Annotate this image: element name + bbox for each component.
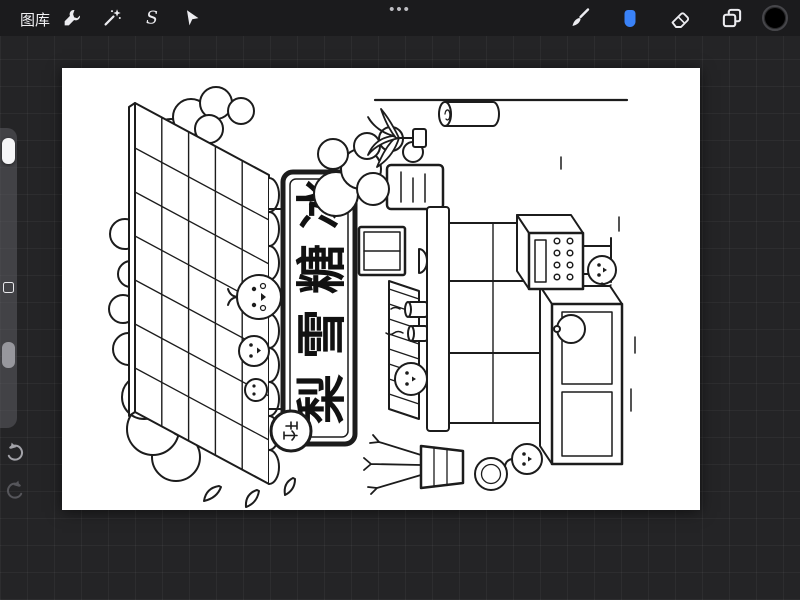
window <box>357 225 407 277</box>
svg-text:S: S <box>146 9 158 29</box>
undo-button[interactable] <box>2 438 28 464</box>
redo-arrow-icon <box>7 480 23 499</box>
menu-board <box>385 163 445 211</box>
brush-icon <box>572 8 590 26</box>
transform-arrow-icon <box>186 10 199 26</box>
smudge-finger-icon <box>624 10 636 27</box>
drawing-canvas[interactable]: 梨 雪 糖 冰 <box>62 68 700 510</box>
paint-tool-button[interactable] <box>564 4 596 32</box>
magic-wand-icon <box>104 9 121 26</box>
scattered-leaves <box>203 477 296 508</box>
sign-char-3: 雪 <box>293 309 351 359</box>
artwork-svg: 梨 雪 糖 冰 <box>108 86 636 508</box>
transform-button[interactable] <box>176 4 208 32</box>
canvas-options-dots[interactable]: ••• <box>378 1 422 18</box>
stall-front <box>539 285 624 466</box>
sidebar <box>0 128 17 428</box>
current-color-swatch[interactable] <box>762 5 788 31</box>
undo-arrow-icon <box>7 442 23 461</box>
smudge-tool-button[interactable] <box>614 4 646 32</box>
selection-button[interactable]: S <box>136 4 168 32</box>
adjustments-button[interactable] <box>96 4 128 32</box>
rolled-mat <box>438 101 500 127</box>
wrench-icon <box>64 9 81 26</box>
modify-button[interactable] <box>3 282 14 293</box>
procreate-workspace: 图库 S ••• 梨 雪 糖 <box>0 0 800 600</box>
sign-char-2: 糖 <box>293 244 351 294</box>
stick-bucket <box>363 434 508 495</box>
brush-size-slider[interactable] <box>2 138 15 164</box>
gallery-button[interactable]: 图库 <box>14 7 56 32</box>
opacity-slider[interactable] <box>2 342 15 368</box>
erase-tool-button[interactable] <box>664 4 696 32</box>
top-toolbar: 图库 S ••• <box>0 0 800 36</box>
storefront-line-art: 梨 雪 糖 冰 <box>108 86 636 508</box>
selection-s-icon: S <box>146 9 158 29</box>
round-medallion <box>269 409 313 453</box>
corner-chick <box>504 443 543 475</box>
redo-button[interactable] <box>2 476 28 502</box>
layers-button[interactable] <box>716 4 748 32</box>
layers-icon <box>722 8 742 28</box>
actions-button[interactable] <box>56 4 88 32</box>
eraser-icon <box>671 12 690 28</box>
